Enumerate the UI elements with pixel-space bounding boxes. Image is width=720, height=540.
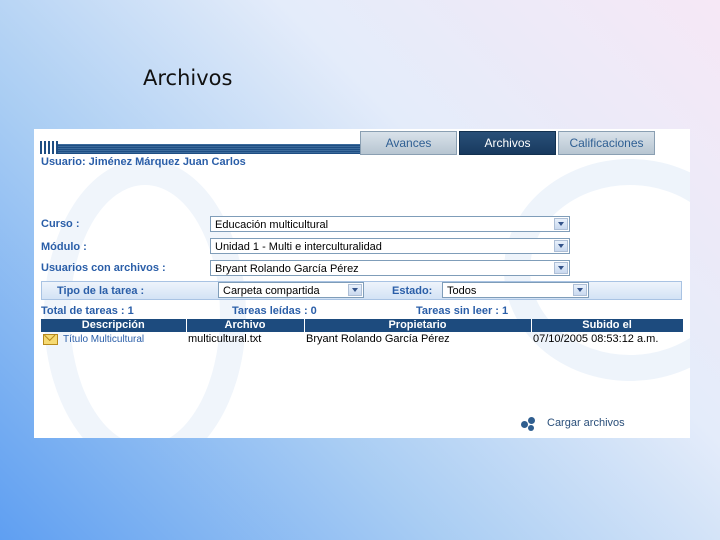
header-stripes [40, 141, 58, 154]
header-dark-bar [58, 144, 360, 154]
descripcion-link[interactable]: Título Multicultural [63, 334, 144, 345]
curso-label: Curso : [41, 218, 80, 230]
propietario-cell: Bryant Rolando García Pérez [306, 333, 450, 345]
usuarios-select[interactable]: Bryant Rolando García Pérez [210, 260, 570, 276]
dropdown-arrow-icon[interactable] [554, 240, 568, 252]
dropdown-arrow-icon[interactable] [348, 284, 362, 296]
dropdown-arrow-icon[interactable] [573, 284, 587, 296]
upload-icon[interactable] [521, 417, 541, 431]
files-panel: Avances Archivos Calificaciones Usuario:… [34, 129, 690, 438]
usuarios-value: Bryant Rolando García Pérez [215, 263, 359, 275]
tipo-select[interactable]: Carpeta compartida [218, 282, 364, 298]
curso-select[interactable]: Educación multicultural [210, 216, 570, 232]
modulo-label: Módulo : [41, 241, 87, 253]
column-header-propietario[interactable]: Propietario [304, 319, 532, 332]
tareas-leidas: Tareas leídas : 0 [232, 305, 317, 317]
upload-files-link[interactable]: Cargar archivos [521, 417, 625, 431]
slide-title: Archivos [143, 66, 233, 90]
estado-select[interactable]: Todos [442, 282, 589, 298]
archivo-cell[interactable]: multicultural.txt [186, 332, 304, 346]
column-header-archivo[interactable]: Archivo [186, 319, 305, 332]
dropdown-arrow-icon[interactable] [554, 218, 568, 230]
tab-avances[interactable]: Avances [360, 131, 457, 155]
column-header-descripcion[interactable]: Descripción [41, 319, 187, 332]
modulo-select[interactable]: Unidad 1 - Multi e interculturalidad [210, 238, 570, 254]
modulo-value: Unidad 1 - Multi e interculturalidad [215, 241, 382, 253]
descripcion-cell[interactable]: Título Multicultural [41, 332, 186, 346]
estado-label: Estado: [392, 285, 433, 297]
tab-calificaciones[interactable]: Calificaciones [558, 131, 655, 155]
upload-label[interactable]: Cargar archivos [547, 417, 625, 429]
table-row[interactable]: Título Multicultural multicultural.txt B… [41, 332, 683, 346]
dropdown-arrow-icon[interactable] [554, 262, 568, 274]
usuarios-label: Usuarios con archivos : [41, 262, 166, 274]
total-tareas: Total de tareas : 1 [41, 305, 134, 317]
column-header-subido[interactable]: Subido el [531, 319, 684, 332]
tab-archivos[interactable]: Archivos [459, 131, 556, 155]
task-filter-band: Tipo de la tarea : Carpeta compartida Es… [41, 281, 682, 300]
current-user: Usuario: Jiménez Márquez Juan Carlos [41, 156, 246, 168]
tipo-label: Tipo de la tarea : [57, 285, 145, 297]
estado-value: Todos [447, 285, 477, 297]
table-header-row: Descripción Archivo Propietario Subido e… [41, 319, 684, 332]
subido-cell: 07/10/2005 08:53:12 a.m. [533, 333, 659, 345]
envelope-icon [43, 333, 58, 345]
files-table: Descripción Archivo Propietario Subido e… [41, 319, 684, 346]
tipo-value: Carpeta compartida [223, 285, 320, 297]
tab-bar: Avances Archivos Calificaciones [360, 131, 655, 155]
curso-value: Educación multicultural [215, 219, 329, 231]
tareas-sin-leer: Tareas sin leer : 1 [416, 305, 509, 317]
